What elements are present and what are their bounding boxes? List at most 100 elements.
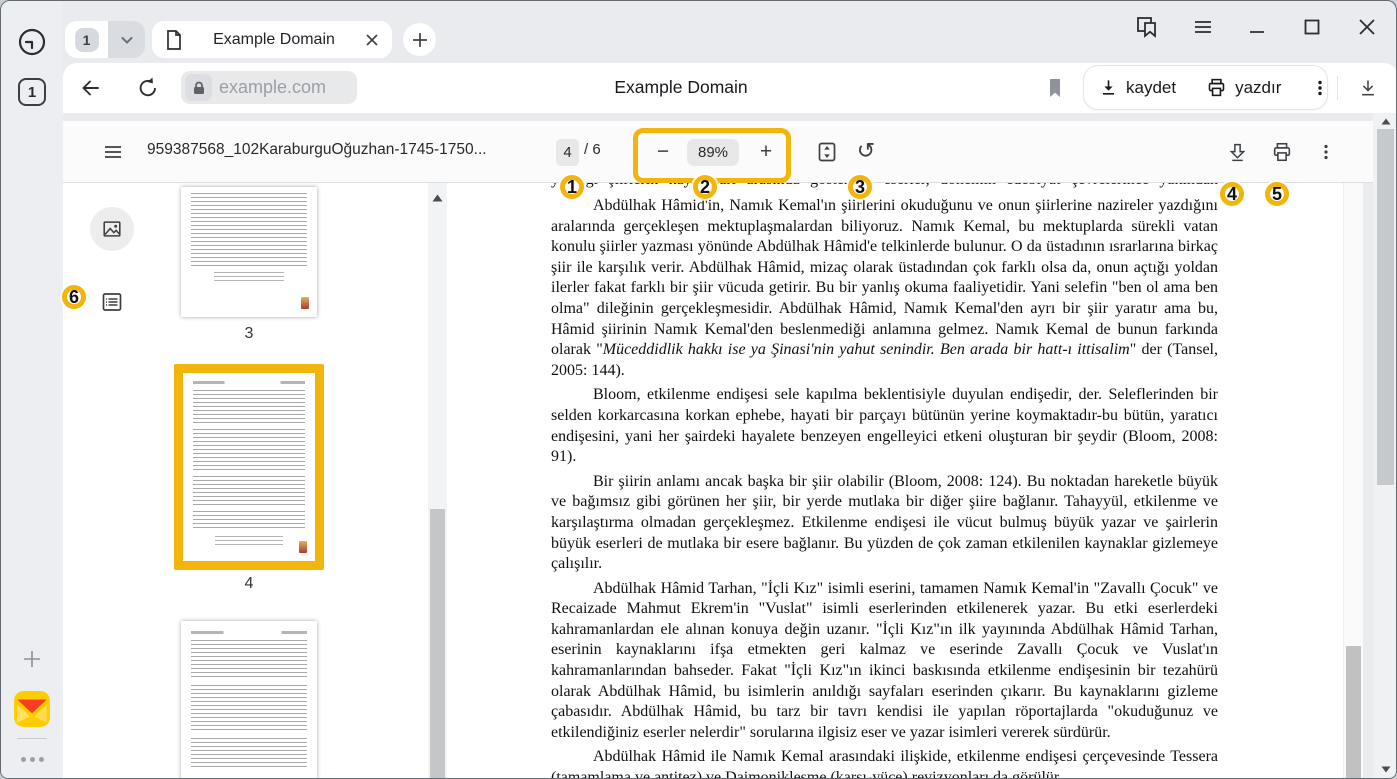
paragraph: Bloom, etkilenme endişesi sele kapılma b… xyxy=(551,385,1218,467)
fit-to-page-button[interactable] xyxy=(812,137,842,167)
pdf-view-switcher xyxy=(63,183,161,779)
url-text: example.com xyxy=(219,77,326,98)
pdf-sidebar-toggle-button[interactable] xyxy=(98,137,128,167)
tab-group[interactable]: 1 xyxy=(65,21,145,58)
back-button[interactable] xyxy=(75,71,107,104)
page-thumbnail-3[interactable] xyxy=(181,187,317,317)
pdf-print-button[interactable] xyxy=(1267,137,1297,167)
selected-thumbnail-highlight xyxy=(174,364,324,570)
pdf-download-button[interactable] xyxy=(1222,137,1252,167)
browser-window: 1 1 Example Domain xyxy=(0,0,1397,779)
mail-icon xyxy=(13,690,51,728)
maximize-button[interactable] xyxy=(1297,13,1327,41)
scroll-down-arrow[interactable] xyxy=(1373,761,1397,777)
annotation-marker-5: 5 xyxy=(1265,182,1289,206)
rail-add-button[interactable] xyxy=(13,641,51,677)
tab-close-icon[interactable] xyxy=(364,32,380,48)
page-icon xyxy=(164,29,184,51)
refresh-button[interactable] xyxy=(132,71,164,104)
chevron-down-icon xyxy=(119,32,135,48)
pdf-page-content: yazdığı şiirlerin kaynakları arasında gö… xyxy=(447,183,1343,779)
tab-counter-button[interactable]: 1 xyxy=(18,78,46,106)
bookmark-filled-icon xyxy=(1046,78,1064,98)
scroll-up-arrow[interactable] xyxy=(428,191,447,205)
thumbnails-panel: 3 4 xyxy=(161,183,428,779)
thumbnails-scrollbar-thumb[interactable] xyxy=(430,509,445,779)
close-icon xyxy=(1357,17,1377,37)
plus-icon xyxy=(411,31,429,49)
fit-page-icon xyxy=(815,140,839,164)
page-title: Example Domain xyxy=(401,71,961,104)
rail-divider xyxy=(17,738,47,739)
new-tab-button[interactable] xyxy=(403,23,436,56)
save-page-button[interactable]: kaydet xyxy=(1084,66,1191,109)
minimize-button[interactable] xyxy=(1242,13,1272,41)
download-icon xyxy=(1227,142,1248,163)
print-page-button[interactable]: yazdır xyxy=(1191,66,1296,109)
pdf-filename: 959387568_102KaraburguOğuzhan-1745-1750.… xyxy=(147,141,542,159)
paragraph: Bir şiirin anlamı ancak başka bir şiir o… xyxy=(551,472,1218,575)
download-icon xyxy=(1099,78,1118,97)
document-text: yazdığı şiirlerin kaynakları arasında gö… xyxy=(551,183,1218,779)
page-actions-toolbar: kaydet yazdır xyxy=(1083,65,1328,110)
zoom-out-button[interactable]: − xyxy=(649,137,677,167)
list-outline-icon xyxy=(100,290,124,314)
total-pages: 6 xyxy=(592,141,600,158)
hamburger-menu-icon xyxy=(1192,16,1214,38)
annotation-marker-1: 1 xyxy=(560,175,584,199)
document-scrollbar-thumb[interactable] xyxy=(1346,646,1361,779)
thumbnail-page-number: 4 xyxy=(181,575,317,593)
outline-view-button[interactable] xyxy=(100,290,124,314)
back-arrow-icon xyxy=(79,76,103,100)
print-label: yazdır xyxy=(1235,78,1281,98)
close-window-button[interactable] xyxy=(1352,13,1382,41)
dots-vertical-icon xyxy=(1317,143,1335,161)
thumbnail-stamp xyxy=(301,297,309,309)
rail-more-button[interactable] xyxy=(13,749,51,769)
pdf-more-button[interactable] xyxy=(1311,137,1341,167)
active-tab[interactable]: Example Domain xyxy=(152,21,392,58)
rotate-button[interactable]: ↺ xyxy=(851,137,881,167)
lock-icon[interactable] xyxy=(185,74,212,101)
minimize-icon xyxy=(1247,17,1267,37)
thumbnails-view-button[interactable] xyxy=(90,207,134,251)
chrome-gap xyxy=(63,113,1397,121)
hamburger-menu-icon xyxy=(102,141,124,163)
maximize-icon xyxy=(1302,17,1322,37)
history-button[interactable] xyxy=(13,23,51,61)
annotation-marker-6: 6 xyxy=(62,285,86,309)
download-icon xyxy=(1358,78,1378,98)
save-label: kaydet xyxy=(1126,78,1176,98)
clock-icon xyxy=(16,26,48,58)
annotation-marker-3: 3 xyxy=(848,175,872,199)
mail-app-button[interactable] xyxy=(13,689,51,729)
annotation-marker-4: 4 xyxy=(1220,182,1244,206)
paragraph: Abdülhak Hâmid Tarhan, "İçli Kız" isimli… xyxy=(551,579,1218,744)
address-bar[interactable]: example.com xyxy=(181,71,357,104)
scroll-up-arrow[interactable] xyxy=(1373,113,1397,129)
page-thumbnail-5[interactable] xyxy=(181,621,317,779)
browser-menu-button[interactable] xyxy=(1188,13,1218,41)
bookmark-button[interactable] xyxy=(1039,71,1071,104)
page-thumbnail-4[interactable] xyxy=(183,373,315,561)
zoom-in-button[interactable]: + xyxy=(752,137,780,167)
current-page-input[interactable]: 4 xyxy=(556,139,579,166)
tab-counter-value: 1 xyxy=(28,84,36,101)
dots-vertical-icon xyxy=(1311,79,1329,97)
tab-group-badge: 1 xyxy=(75,28,99,52)
printer-icon xyxy=(1206,77,1227,98)
downloads-button[interactable] xyxy=(1351,71,1385,104)
page-count: / 6 xyxy=(584,141,601,158)
zoom-level-value[interactable]: 89% xyxy=(687,139,739,166)
clipped-text-line: yazdığı şiirlerin kaynakları arasında gö… xyxy=(551,183,1218,192)
page-scrollbar-thumb[interactable] xyxy=(1377,129,1394,485)
bookmark-panel-icon xyxy=(1135,14,1161,40)
thumbnail-stamp xyxy=(299,541,307,553)
tab-group-expander[interactable] xyxy=(108,21,145,58)
paragraph: Abdülhak Hâmid ile Namık Kemal arasındak… xyxy=(551,747,1218,779)
tab-group-button[interactable]: 1 xyxy=(65,21,108,58)
panels-button[interactable] xyxy=(1133,13,1163,41)
thumbnail-page-number: 3 xyxy=(181,325,317,343)
rotate-counterclockwise-icon: ↺ xyxy=(857,141,875,163)
printer-icon xyxy=(1271,141,1293,163)
